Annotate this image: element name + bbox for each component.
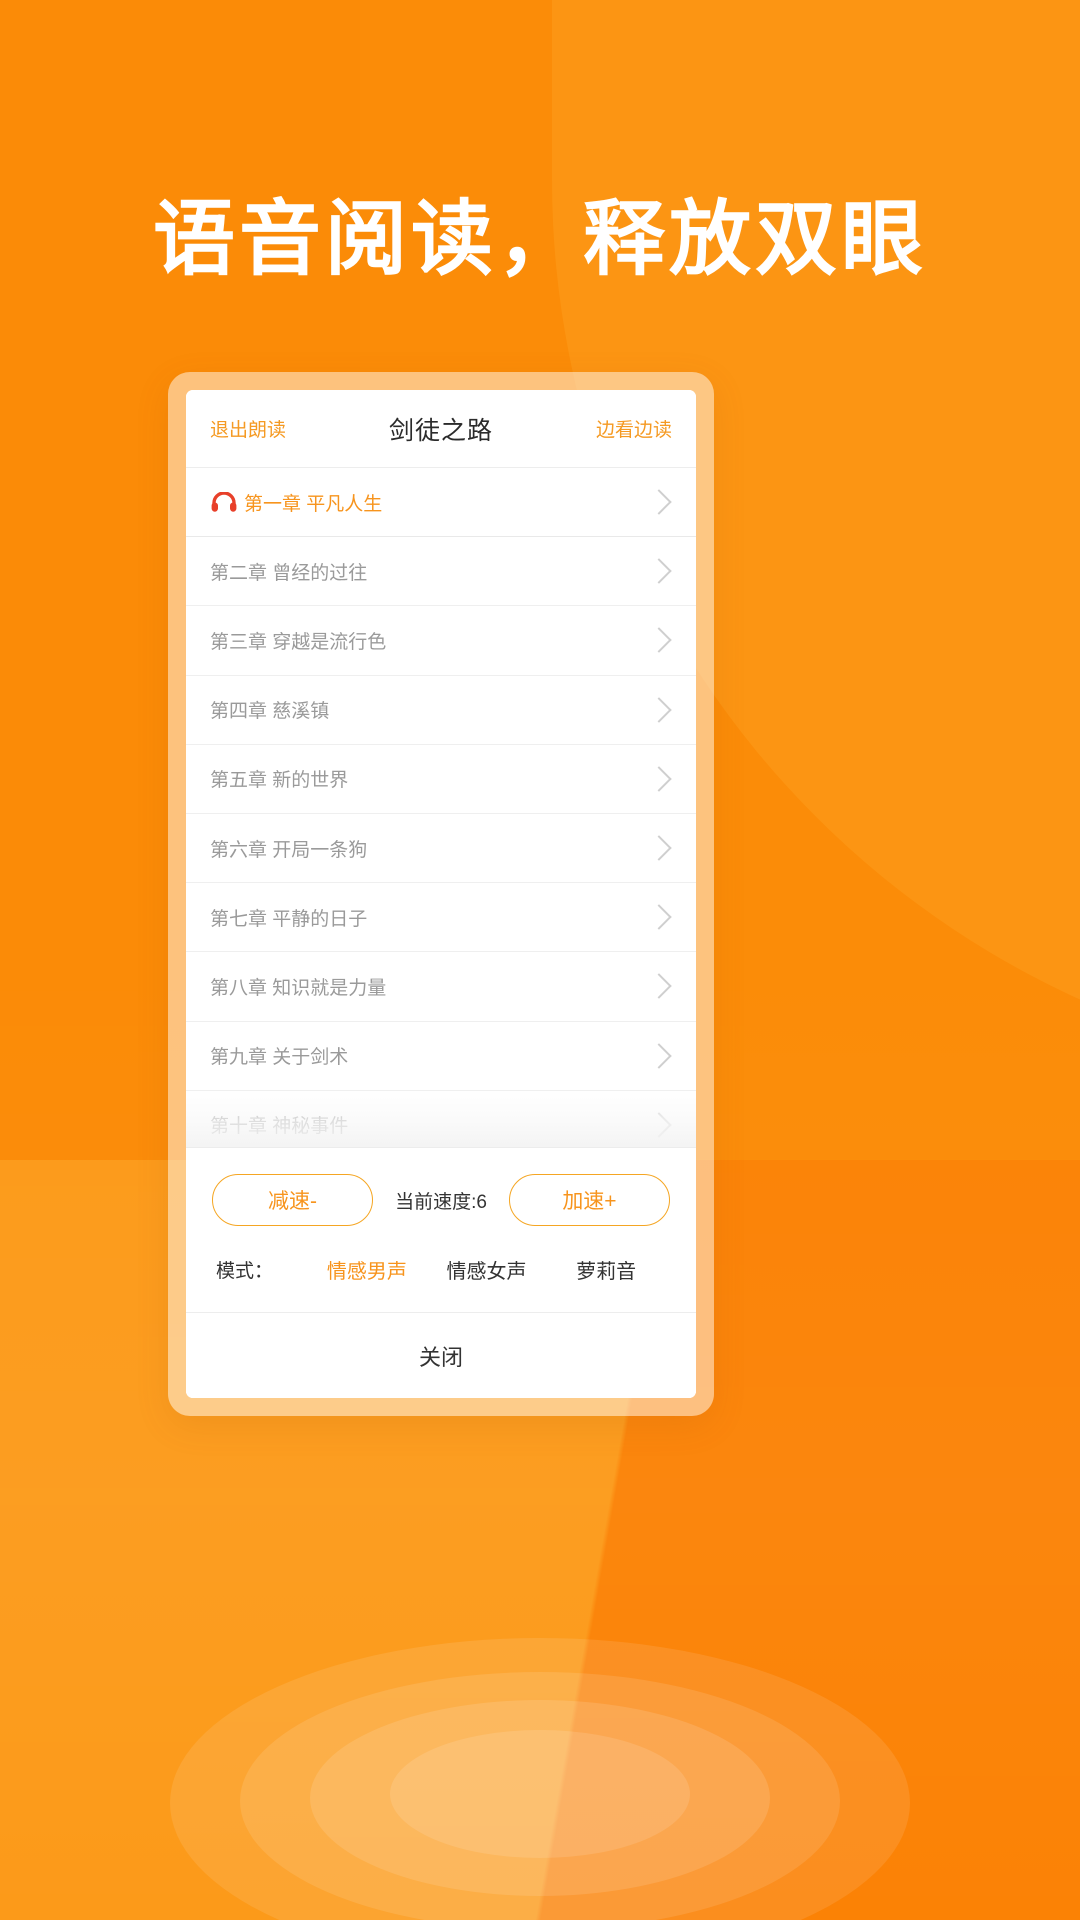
close-button[interactable]: 关闭: [186, 1312, 696, 1398]
chapter-label: 第十章 神秘事件: [210, 1116, 349, 1138]
voice-mode-row: 模式： 情感男声 情感女声 萝莉音: [186, 1226, 696, 1312]
chapter-row[interactable]: 第四章 慈溪镇: [186, 675, 696, 745]
voice-mode-option-male[interactable]: 情感男声: [307, 1255, 427, 1284]
phone-frame: 退出朗读 剑徒之路 边看边读 第一章 平凡人生 第二章 曾经的过往 第三章 穿越…: [168, 372, 714, 1416]
close-button-label: 关闭: [418, 1344, 463, 1370]
chapter-row[interactable]: 第三章 穿越是流行色: [186, 606, 696, 676]
read-along-button[interactable]: 边看边读: [596, 415, 672, 442]
chapter-label: 第七章 平静的日子: [210, 908, 368, 930]
chevron-right-icon: [646, 558, 672, 585]
chapter-label: 第六章 开局一条狗: [210, 839, 368, 861]
voice-mode-label: 模式：: [216, 1260, 274, 1282]
chevron-right-icon: [646, 1042, 672, 1069]
increase-speed-button[interactable]: 加速+: [508, 1174, 670, 1226]
chapter-row[interactable]: 第九章 关于剑术: [186, 1021, 696, 1091]
page-headline: 语音阅读，释放双眼: [152, 192, 927, 287]
chapter-row[interactable]: 第七章 平静的日子: [186, 883, 696, 953]
decrease-speed-button[interactable]: 减速-: [212, 1174, 374, 1226]
chapter-list[interactable]: 第一章 平凡人生 第二章 曾经的过往 第三章 穿越是流行色 第四章 慈溪镇 第五…: [186, 468, 696, 1147]
chevron-right-icon: [646, 1112, 672, 1138]
chapter-label: 第三章 穿越是流行色: [210, 631, 387, 653]
chevron-right-icon: [646, 627, 672, 654]
chevron-right-icon: [646, 766, 672, 792]
voice-mode-option-loli[interactable]: 萝莉音: [546, 1255, 666, 1284]
chapter-label: 第九章 关于剑术: [210, 1047, 349, 1069]
voice-mode-option-female[interactable]: 情感女声: [427, 1255, 547, 1284]
chapter-label: 第八章 知识就是力量: [210, 977, 387, 999]
chapter-label: 第二章 曾经的过往: [210, 562, 368, 584]
current-speed-label: 当前速度:6: [395, 1191, 487, 1213]
chevron-right-icon: [646, 904, 672, 930]
speed-control-row: 减速- 当前速度:6 加速+: [186, 1174, 696, 1226]
tts-controls: 减速- 当前速度:6 加速+ 模式： 情感男声 情感女声 萝莉音 关闭: [186, 1147, 696, 1398]
chapter-row[interactable]: 第一章 平凡人生: [186, 468, 696, 538]
chapter-row[interactable]: 第八章 知识就是力量: [186, 952, 696, 1022]
page-title: 剑徒之路: [388, 416, 493, 445]
chapter-row[interactable]: 第六章 开局一条狗: [186, 813, 696, 884]
chapter-label: 第一章 平凡人生: [244, 493, 383, 515]
chapter-row[interactable]: 第十章 神秘事件: [186, 1090, 696, 1147]
chapter-row[interactable]: 第五章 新的世界: [186, 744, 696, 814]
tts-header: 退出朗读 剑徒之路 边看边读: [186, 390, 696, 468]
chapter-label: 第四章 慈溪镇: [210, 701, 330, 723]
chapter-label: 第五章 新的世界: [210, 770, 349, 792]
headphone-icon: [210, 492, 238, 512]
chevron-right-icon: [646, 835, 672, 861]
chevron-right-icon: [646, 973, 672, 1000]
tts-panel: 退出朗读 剑徒之路 边看边读 第一章 平凡人生 第二章 曾经的过往 第三章 穿越…: [186, 390, 696, 1398]
chapter-row[interactable]: 第二章 曾经的过往: [186, 537, 696, 607]
chevron-right-icon: [646, 489, 672, 515]
exit-reading-button[interactable]: 退出朗读: [210, 415, 286, 442]
chevron-right-icon: [646, 696, 672, 723]
